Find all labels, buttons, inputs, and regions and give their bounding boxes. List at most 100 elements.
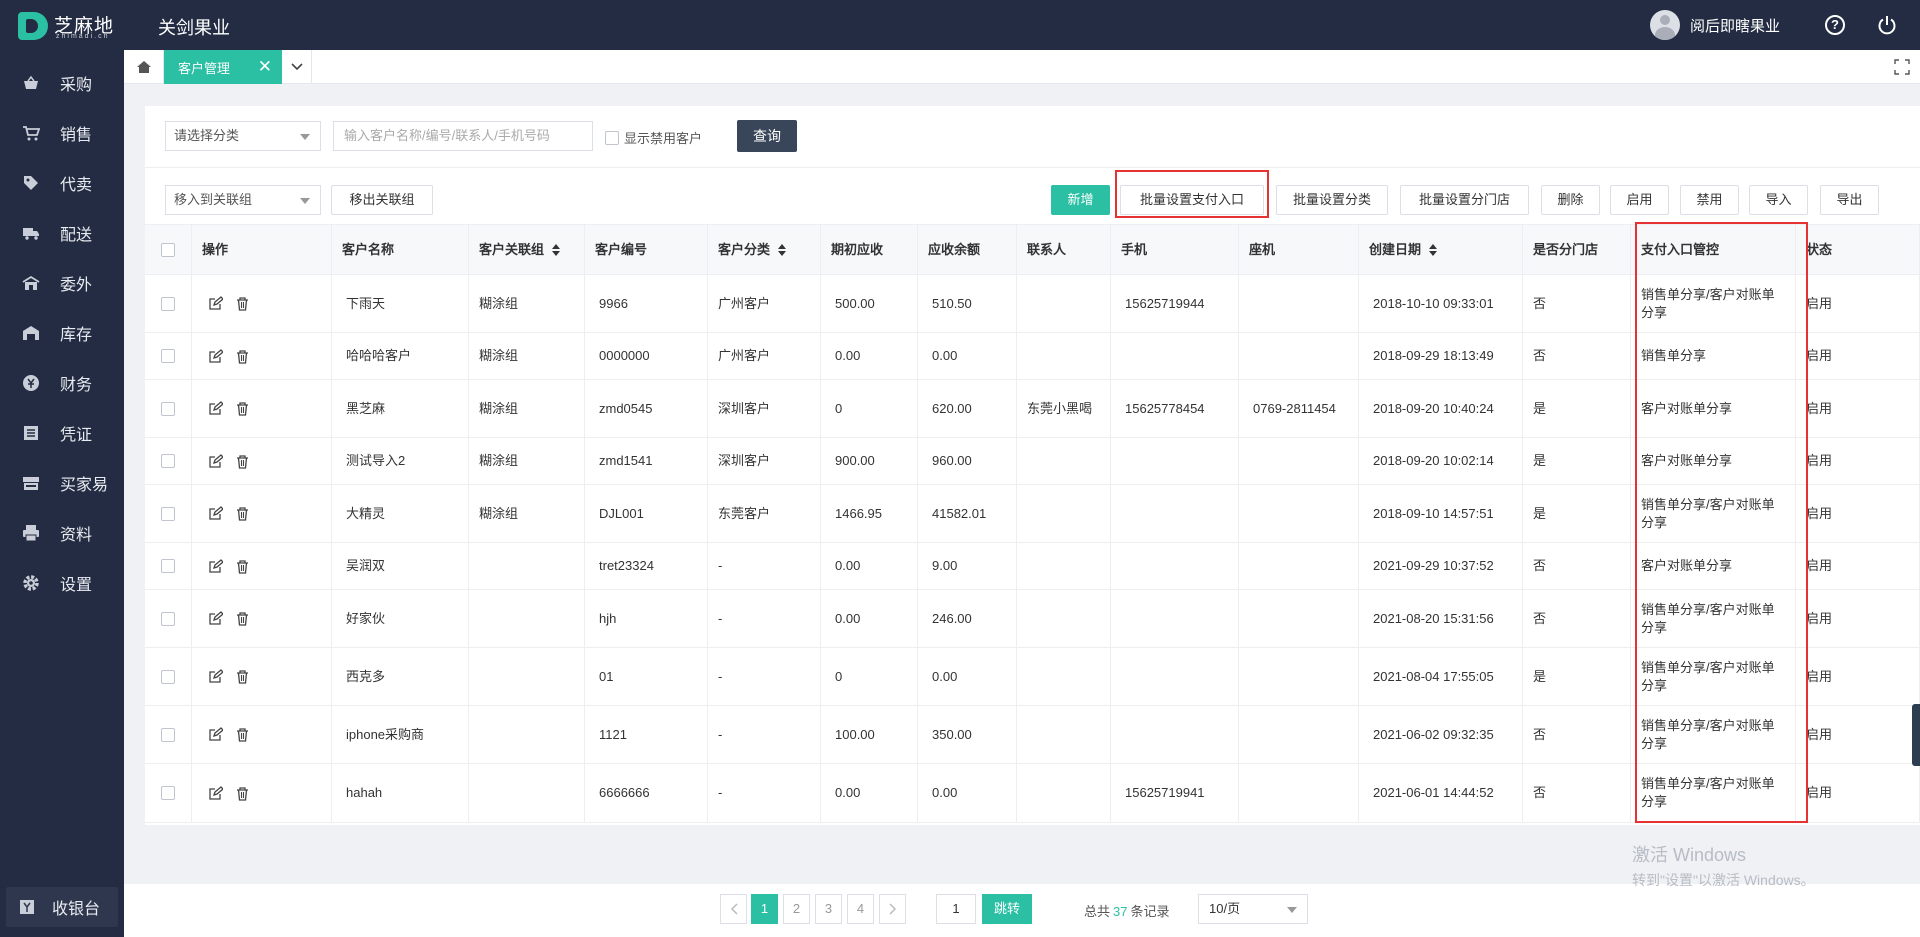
trash-icon[interactable] — [235, 559, 250, 574]
row-checkbox[interactable] — [161, 401, 175, 416]
search-input[interactable]: 输入客户名称/编号/联系人/手机号码 — [333, 121, 593, 151]
edit-icon[interactable] — [208, 727, 223, 742]
power-icon[interactable] — [1876, 14, 1898, 36]
enable-button[interactable]: 启用 — [1610, 185, 1669, 215]
show-disabled-toggle[interactable]: 显示禁用客户 — [605, 128, 702, 147]
cell-op[interactable] — [192, 590, 332, 647]
sidebar-item-inventory[interactable]: 库存 — [0, 308, 124, 358]
trash-icon[interactable] — [235, 506, 250, 521]
disable-button[interactable]: 禁用 — [1680, 185, 1739, 215]
export-button[interactable]: 导出 — [1820, 185, 1879, 215]
sidebar-item-finance[interactable]: 财务 — [0, 358, 124, 408]
brand-logo[interactable]: 芝麻地 zhimadi.cn — [18, 9, 123, 43]
edit-icon[interactable] — [208, 401, 223, 416]
cell-op[interactable] — [192, 648, 332, 705]
cell-chk[interactable] — [145, 275, 192, 332]
sidebar-item-delivery[interactable]: 配送 — [0, 208, 124, 258]
move-to-group-select[interactable]: 移入到关联组 — [165, 185, 321, 215]
category-select[interactable]: 请选择分类 — [165, 121, 321, 151]
edit-icon[interactable] — [208, 785, 223, 801]
delete-button[interactable]: 删除 — [1541, 185, 1600, 215]
side-scroll-handle[interactable] — [1912, 704, 1920, 766]
home-tab[interactable] — [124, 50, 164, 84]
cell-chk[interactable] — [145, 648, 192, 705]
cashier-button[interactable]: 收银台 — [6, 887, 118, 927]
edit-icon[interactable] — [208, 558, 223, 574]
batch-payment-button[interactable]: 批量设置支付入口 — [1120, 185, 1264, 215]
cell-chk[interactable] — [145, 485, 192, 542]
sidebar-item-settings[interactable]: 设置 — [0, 558, 124, 608]
page-size-select[interactable]: 10/页 — [1198, 894, 1308, 924]
sort-icon[interactable] — [778, 243, 787, 256]
cell-op[interactable] — [192, 764, 332, 822]
trash-icon[interactable] — [235, 349, 250, 364]
cell-op[interactable] — [192, 380, 332, 437]
show-disabled-checkbox[interactable] — [605, 130, 619, 145]
trash-icon[interactable] — [235, 401, 250, 416]
sort-icon[interactable] — [552, 243, 561, 256]
sidebar-item-outsource[interactable]: 委外 — [0, 258, 124, 308]
page-4[interactable]: 4 — [847, 894, 874, 924]
edit-icon[interactable] — [208, 611, 223, 626]
sidebar-item-data[interactable]: 资料 — [0, 508, 124, 558]
cell-op[interactable] — [192, 438, 332, 484]
cell-op[interactable] — [192, 485, 332, 542]
row-checkbox[interactable] — [161, 669, 175, 684]
row-checkbox[interactable] — [161, 349, 175, 363]
row-checkbox[interactable] — [161, 611, 175, 626]
cell-op[interactable] — [192, 333, 332, 379]
next-page-button[interactable] — [879, 894, 906, 924]
trash-icon[interactable] — [235, 786, 250, 801]
page-1[interactable]: 1 — [751, 894, 778, 924]
tab-menu-button[interactable] — [282, 50, 312, 84]
cell-chk[interactable] — [145, 590, 192, 647]
cell-chk[interactable] — [145, 706, 192, 763]
trash-icon[interactable] — [235, 454, 250, 469]
query-button[interactable]: 查询 — [737, 120, 797, 152]
trash-icon[interactable] — [235, 669, 250, 684]
cell-op[interactable] — [192, 275, 332, 332]
fullscreen-icon[interactable] — [1894, 59, 1910, 75]
trash-icon[interactable] — [235, 296, 250, 311]
prev-page-button[interactable] — [720, 894, 747, 924]
page-3[interactable]: 3 — [815, 894, 842, 924]
header-category[interactable]: 客户分类 — [708, 225, 821, 274]
sort-icon[interactable] — [1429, 243, 1438, 256]
header-group[interactable]: 客户关联组 — [469, 225, 585, 274]
cell-op[interactable] — [192, 706, 332, 763]
sidebar-item-buyer[interactable]: 买家易 — [0, 458, 124, 508]
row-checkbox[interactable] — [161, 559, 175, 573]
cell-chk[interactable] — [145, 333, 192, 379]
sidebar-item-consign[interactable]: 代卖 — [0, 158, 124, 208]
cell-chk[interactable] — [145, 543, 192, 589]
edit-icon[interactable] — [208, 348, 223, 364]
close-icon[interactable]: ✕ — [258, 58, 272, 75]
row-checkbox[interactable] — [161, 454, 175, 468]
row-checkbox[interactable] — [161, 786, 175, 800]
add-button[interactable]: 新增 — [1051, 185, 1110, 215]
cell-chk[interactable] — [145, 764, 192, 822]
page-2[interactable]: 2 — [783, 894, 810, 924]
page-jump-button[interactable]: 跳转 — [982, 894, 1032, 924]
help-icon[interactable]: ? — [1825, 15, 1845, 35]
move-out-group-button[interactable]: 移出关联组 — [331, 185, 433, 215]
edit-icon[interactable] — [208, 506, 223, 521]
sidebar-item-sales[interactable]: 销售 — [0, 108, 124, 158]
row-checkbox[interactable] — [161, 296, 175, 311]
edit-icon[interactable] — [208, 453, 223, 469]
sidebar-item-voucher[interactable]: 凭证 — [0, 408, 124, 458]
cell-chk[interactable] — [145, 438, 192, 484]
header-created[interactable]: 创建日期 — [1359, 225, 1523, 274]
batch-category-button[interactable]: 批量设置分类 — [1276, 185, 1388, 215]
import-button[interactable]: 导入 — [1749, 185, 1808, 215]
page-jump-input[interactable]: 1 — [936, 894, 976, 924]
edit-icon[interactable] — [208, 296, 223, 311]
row-checkbox[interactable] — [161, 727, 175, 742]
trash-icon[interactable] — [235, 611, 250, 626]
cell-chk[interactable] — [145, 380, 192, 437]
sidebar-item-purchase[interactable]: 采购 — [0, 58, 124, 108]
row-checkbox[interactable] — [161, 506, 175, 521]
cell-op[interactable] — [192, 543, 332, 589]
trash-icon[interactable] — [235, 727, 250, 742]
tab-customer-management[interactable]: 客户管理 ✕ — [164, 50, 282, 84]
